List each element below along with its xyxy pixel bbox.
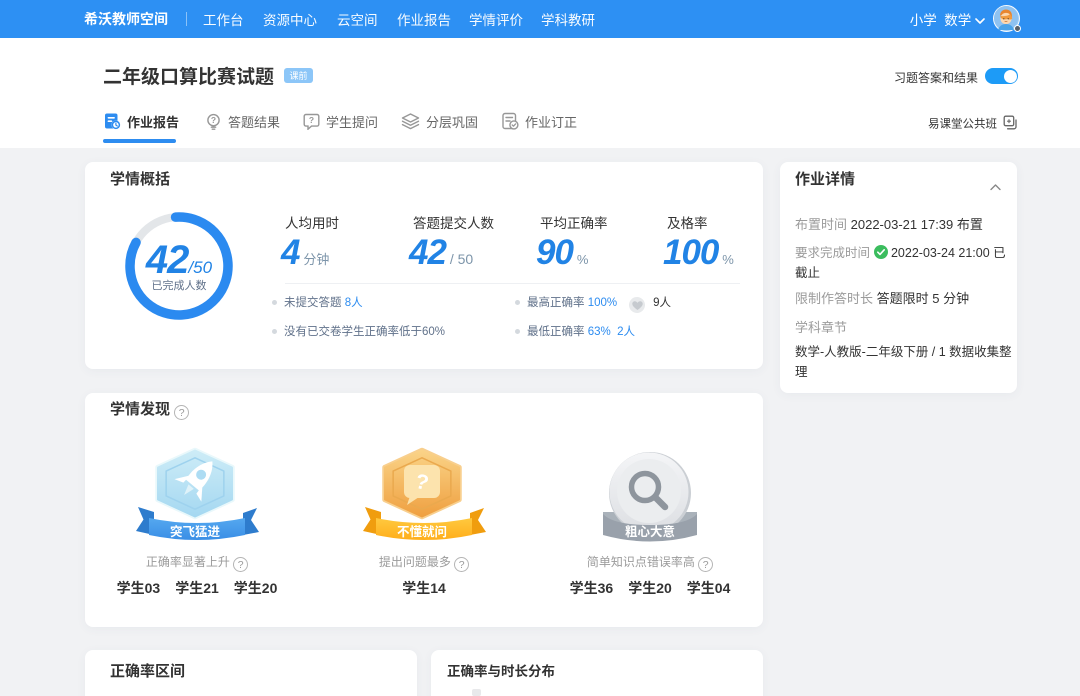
svg-text:粗心大意: 粗心大意: [625, 521, 675, 540]
svg-text:?: ?: [309, 115, 314, 125]
svg-text:突飞猛进: 突飞猛进: [170, 521, 221, 540]
svg-text:?: ?: [211, 115, 216, 125]
svg-text:不懂就问: 不懂就问: [397, 521, 447, 540]
